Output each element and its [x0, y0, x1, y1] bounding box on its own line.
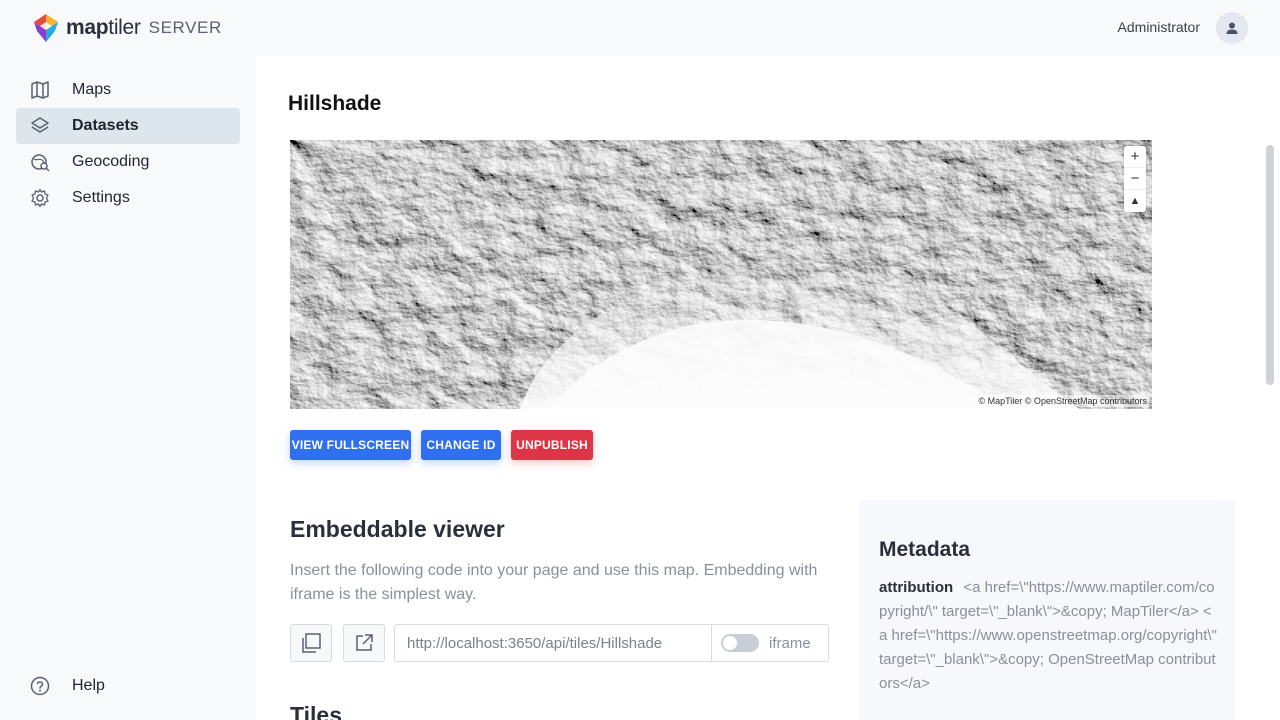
hillshade-terrain	[290, 140, 1152, 409]
sidebar-item-label: Settings	[72, 189, 130, 206]
embed-section-title: Embeddable viewer	[290, 516, 505, 542]
layers-icon	[31, 117, 49, 133]
metadata-panel: Metadata attribution <a href=\"https://w…	[859, 500, 1235, 720]
sidebar-item-label: Geocoding	[72, 153, 150, 170]
change-id-button[interactable]: CHANGE ID	[421, 430, 501, 460]
copy-icon	[302, 633, 321, 653]
help-icon	[30, 676, 50, 696]
copy-button[interactable]	[290, 624, 332, 662]
logo-wordmark: maptiler	[66, 16, 141, 40]
logo-word-bold: map	[66, 16, 109, 39]
unpublish-button[interactable]: UNPUBLISH	[511, 430, 593, 460]
user-avatar[interactable]	[1216, 12, 1248, 44]
zoom-in-button[interactable]: +	[1124, 146, 1146, 168]
geocoding-icon	[31, 154, 50, 172]
map-controls: + − ▲	[1124, 146, 1146, 212]
tiles-section-title: Tiles	[290, 702, 342, 720]
external-link-icon	[356, 634, 373, 651]
sidebar-item-geocoding[interactable]: Geocoding	[16, 144, 240, 180]
map-icon	[31, 81, 49, 99]
sidebar-item-label: Datasets	[72, 117, 139, 134]
toggle-knob	[723, 636, 737, 650]
scrollbar[interactable]	[1266, 145, 1274, 385]
map-attribution[interactable]: © MapTiler © OpenStreetMap contributors	[976, 395, 1149, 407]
open-external-button[interactable]	[343, 624, 385, 662]
sidebar-item-settings[interactable]: Settings	[16, 180, 240, 216]
embed-url-text[interactable]: http://localhost:3650/api/tiles/Hillshad…	[407, 635, 709, 652]
user-icon	[1226, 22, 1238, 34]
embed-url-field[interactable]: http://localhost:3650/api/tiles/Hillshad…	[394, 624, 829, 662]
metadata-entry: attribution <a href=\"https://www.maptil…	[879, 576, 1219, 696]
sidebar-item-label: Maps	[72, 81, 112, 98]
iframe-toggle-label: iframe	[769, 635, 811, 652]
scrollbar-thumb[interactable]	[1266, 145, 1274, 385]
map-preview[interactable]: + − ▲ © MapTiler © OpenStreetMap contrib…	[290, 140, 1152, 409]
logo-product-name: SERVER	[148, 18, 222, 37]
top-bar: maptiler SERVER Administrator	[0, 0, 1280, 56]
view-fullscreen-button[interactable]: VIEW FULLSCREEN	[290, 430, 411, 460]
main-panel: Hillshade + − ▲ © MapTiler © OpenStreetM…	[256, 56, 1280, 720]
sidebar-item-maps[interactable]: Maps	[16, 72, 240, 108]
gear-icon	[31, 188, 49, 208]
embed-description: Insert the following code into your page…	[290, 562, 818, 603]
sidebar-item-datasets[interactable]: Datasets	[16, 108, 240, 144]
sidebar-item-label: Help	[72, 677, 105, 694]
metadata-key: attribution	[879, 579, 954, 596]
logo-word-light: tiler	[108, 16, 141, 39]
compass-button[interactable]: ▲	[1124, 190, 1146, 212]
maptiler-logo-icon	[34, 14, 58, 42]
zoom-out-button[interactable]: −	[1124, 168, 1146, 190]
user-name[interactable]: Administrator	[1118, 19, 1200, 35]
url-divider	[711, 625, 712, 661]
sidebar-item-help[interactable]: Help	[16, 668, 240, 704]
metadata-title: Metadata	[879, 538, 971, 561]
iframe-toggle[interactable]	[721, 634, 759, 652]
maptiler-logo[interactable]: maptiler SERVER	[32, 13, 222, 43]
sidebar: Maps Datasets Geocoding Settings Help	[0, 56, 256, 720]
page-title: Hillshade	[288, 92, 382, 115]
